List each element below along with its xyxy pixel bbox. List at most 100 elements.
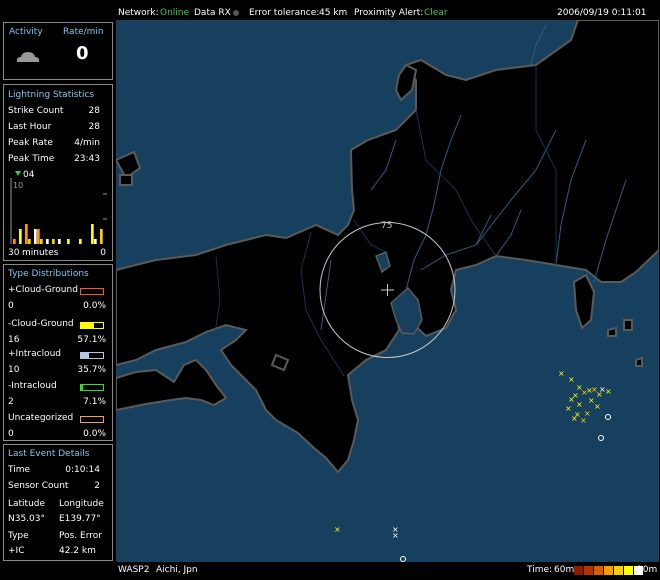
histogram-bar (13, 239, 16, 244)
time-legend-swatch (614, 566, 623, 575)
type-label: Type (8, 531, 29, 541)
time-value: 0:10:14 (65, 465, 100, 475)
strike-marker: × (392, 531, 399, 540)
histogram-bar (67, 239, 70, 244)
activity-panel: Activity Rate/min 0 (3, 22, 113, 80)
strike-marker: × (334, 525, 341, 534)
histogram-bar (40, 239, 43, 244)
time-legend-swatch (594, 566, 603, 575)
strike-marker: × (568, 375, 575, 384)
intracloud-marker (400, 556, 406, 562)
peak-marker-icon (15, 171, 21, 176)
strike-marker: × (576, 400, 583, 409)
time-legend-swatch (634, 566, 643, 575)
longitude-label: Longitude (59, 499, 104, 509)
histogram-bar (28, 239, 31, 244)
activity-title: Activity (9, 27, 43, 37)
stat-value: 23:43 (74, 154, 100, 164)
distribution-percent: 7.1% (83, 397, 106, 407)
distribution-percent: 0.0% (83, 301, 106, 311)
data-rx-label: Data RX (194, 8, 231, 18)
strike-marker: × (599, 385, 606, 394)
distribution-swatch (80, 288, 104, 295)
distribution-label: -Cloud-Ground (8, 319, 74, 329)
distribution-percent: 57.1% (77, 335, 106, 345)
distribution-fill (81, 353, 89, 358)
distribution-label: +Cloud-Ground (8, 285, 78, 295)
station-location: Aichi, Jpn (156, 565, 198, 575)
histogram-bar (58, 239, 61, 244)
cloud-icon (16, 52, 40, 62)
pos-error-label: Pos. Error (59, 531, 102, 541)
lightning-statistics-panel: Lightning Statistics Strike Count 28 Las… (3, 84, 113, 261)
sensor-count-label: Sensor Count (8, 481, 69, 491)
histogram-bars (13, 224, 103, 244)
stat-label: Strike Count (8, 106, 64, 116)
time-legend-swatch (624, 566, 633, 575)
strike-histogram: 04 10 (10, 170, 107, 244)
strike-marker: × (568, 395, 575, 404)
network-status: Online (160, 8, 190, 18)
sensor-count-value: 2 (94, 481, 100, 491)
intracloud-markers (400, 414, 611, 562)
hist-x-unit-label: minutes (22, 248, 59, 258)
rate-value: 0 (76, 43, 89, 64)
lightning-statistics-title: Lightning Statistics (8, 90, 95, 100)
histogram-bar (79, 239, 82, 244)
histogram-bar (37, 229, 40, 244)
stat-value: 28 (88, 122, 100, 132)
stat-label: Peak Time (8, 154, 55, 164)
distribution-count: 0 (8, 301, 14, 311)
histogram-bar (34, 229, 37, 244)
histogram-bar (100, 229, 103, 244)
rate-label: Rate/min (63, 27, 104, 37)
status-bar: Network: Online Data RX Error tolerance:… (116, 0, 660, 20)
distribution-label: +Intracloud (8, 349, 62, 359)
time-legend-swatch (604, 566, 613, 575)
stat-label: Last Hour (8, 122, 52, 132)
distribution-swatch (80, 352, 104, 359)
distribution-count: 10 (8, 365, 20, 375)
distribution-label: Uncategorized (8, 413, 74, 423)
type-distributions-panel: Type Distributions +Cloud-Ground 0 0.0% -Cl… (3, 264, 113, 441)
stat-label: Peak Rate (8, 138, 53, 148)
distribution-swatch (80, 384, 104, 391)
proximity-alert-label: Proximity Alert: (354, 8, 424, 18)
histogram-bar (91, 224, 94, 244)
strike-markers: × × × × × × × × × × × × × × × × × × × × … (334, 369, 612, 540)
strike-marker: × (580, 416, 587, 425)
peak-marker-label: 04 (23, 170, 35, 180)
histogram-bar (25, 224, 28, 244)
time-legend-label: Time: (527, 565, 553, 575)
strike-marker: × (565, 404, 572, 413)
last-event-title: Last Event Details (8, 449, 90, 459)
longitude-value: E139.77° (59, 514, 101, 524)
distribution-fill (81, 385, 83, 390)
distribution-swatch (80, 416, 104, 423)
lightning-map[interactable]: 75 × × × × × × × × × × × × × × × × × × ×… (116, 20, 659, 562)
hist-x-right-label: 0 (100, 248, 106, 258)
latitude-label: Latitude (8, 499, 46, 509)
type-distributions-title: Type Distributions (8, 269, 89, 279)
error-tolerance-label: Error tolerance: (249, 8, 320, 18)
histogram-bar (19, 229, 22, 244)
time-label: Time (8, 465, 31, 475)
histogram-bar (94, 239, 97, 244)
type-value: +IC (8, 546, 25, 556)
strike-marker: × (571, 414, 578, 423)
time-legend-start: 60m (554, 565, 575, 575)
distribution-label: -Intracloud (8, 381, 57, 391)
stat-value: 28 (88, 106, 100, 116)
station-id: WASP2 (118, 565, 150, 575)
time-legend-swatch (574, 566, 583, 575)
distribution-fill (81, 323, 94, 328)
map-canvas[interactable]: 75 × × × × × × × × × × × × × × × × × × ×… (116, 20, 659, 562)
proximity-alert-status: Clear (424, 8, 448, 18)
error-tolerance-value: 45 km (319, 8, 348, 18)
strike-marker: × (594, 402, 601, 411)
intracloud-marker (605, 414, 611, 420)
time-legend-swatch (584, 566, 593, 575)
histogram-bar (52, 239, 55, 244)
distribution-count: 16 (8, 335, 20, 345)
distribution-swatch (80, 322, 104, 329)
